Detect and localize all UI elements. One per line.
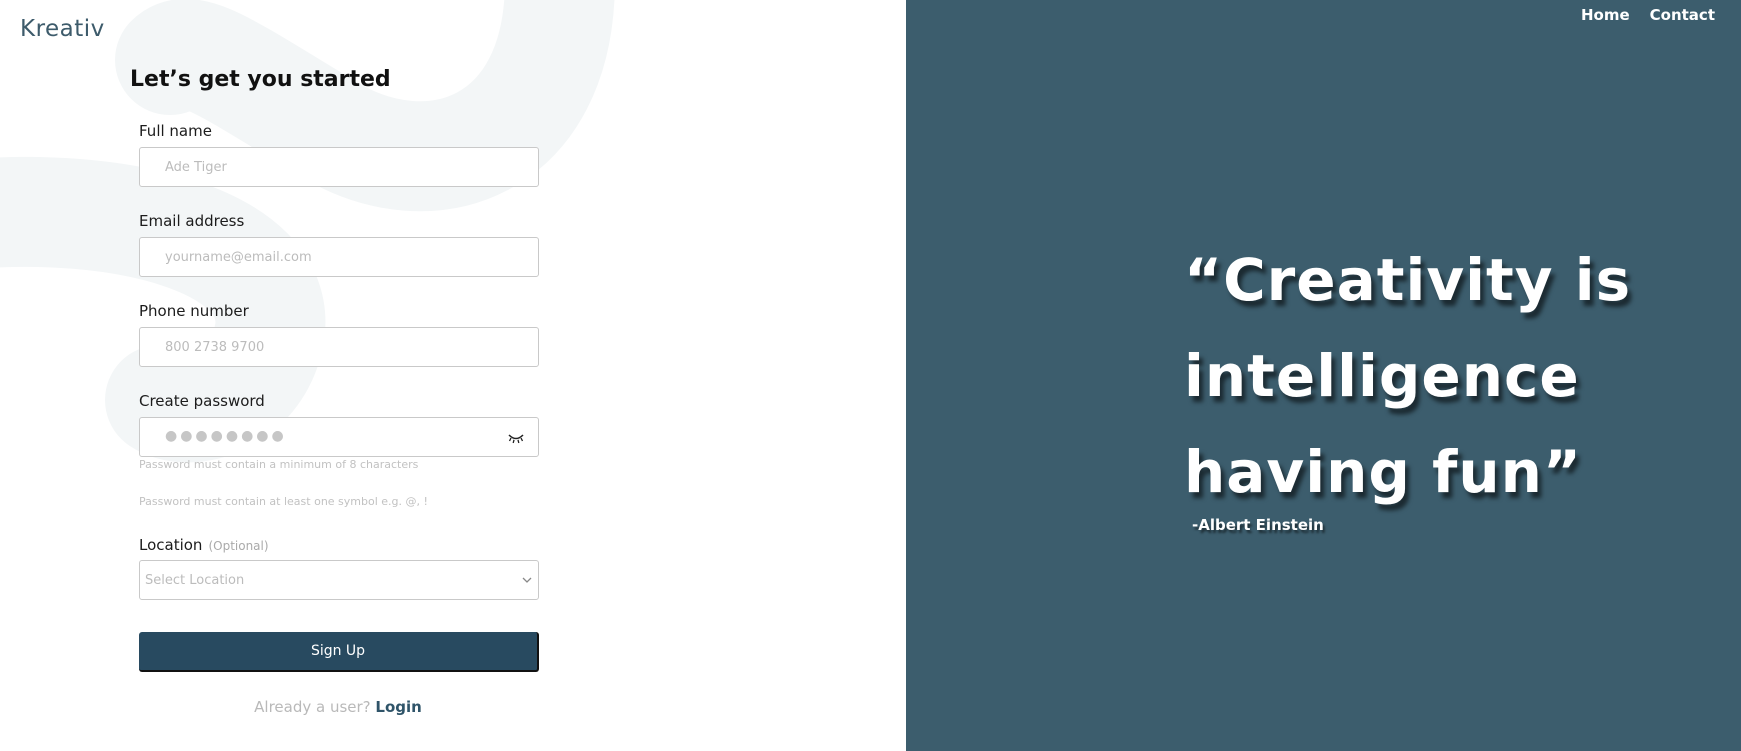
email-field-wrapper: [139, 237, 539, 277]
password-input[interactable]: ●●●●●●●●: [139, 417, 539, 457]
phone-field-wrapper: [139, 327, 539, 367]
password-label: Create password: [139, 392, 265, 410]
location-select[interactable]: Select Location: [139, 560, 539, 600]
already-user-text: Already a user?: [254, 698, 371, 716]
sign-up-button[interactable]: Sign Up: [139, 632, 539, 672]
location-selected-value: Select Location: [145, 573, 245, 588]
login-prompt: Already a user? Login: [0, 698, 676, 716]
password-mask: ●●●●●●●●: [165, 428, 287, 444]
location-label: Location (Optional): [139, 536, 269, 554]
phone-input[interactable]: [140, 328, 538, 366]
optional-tag: (Optional): [208, 539, 269, 553]
eye-closed-icon[interactable]: [508, 431, 524, 445]
top-nav: Home Contact: [1581, 6, 1715, 24]
nav-contact-link[interactable]: Contact: [1650, 6, 1715, 24]
quote-panel: Home Contact “Creativity is intelligence…: [906, 0, 1741, 751]
brand-logo[interactable]: Kreativ: [20, 16, 105, 42]
quote-text: “Creativity is intelligence having fun”: [1184, 246, 1632, 506]
password-hint-symbol: Password must contain at least one symbo…: [139, 495, 428, 508]
full-name-field-wrapper: [139, 147, 539, 187]
quote-author: -Albert Einstein: [1192, 516, 1324, 534]
signup-panel: Kreativ Let’s get you started Full name …: [0, 0, 906, 751]
phone-label: Phone number: [139, 302, 249, 320]
email-input[interactable]: [140, 238, 538, 276]
chevron-down-icon: [522, 577, 532, 583]
nav-home-link[interactable]: Home: [1581, 6, 1630, 24]
email-label: Email address: [139, 212, 245, 230]
full-name-label: Full name: [139, 122, 212, 140]
login-link[interactable]: Login: [375, 698, 421, 716]
full-name-input[interactable]: [140, 148, 538, 186]
password-hint-length: Password must contain a minimum of 8 cha…: [139, 458, 419, 471]
page-title: Let’s get you started: [130, 67, 391, 92]
location-label-text: Location: [139, 536, 203, 554]
